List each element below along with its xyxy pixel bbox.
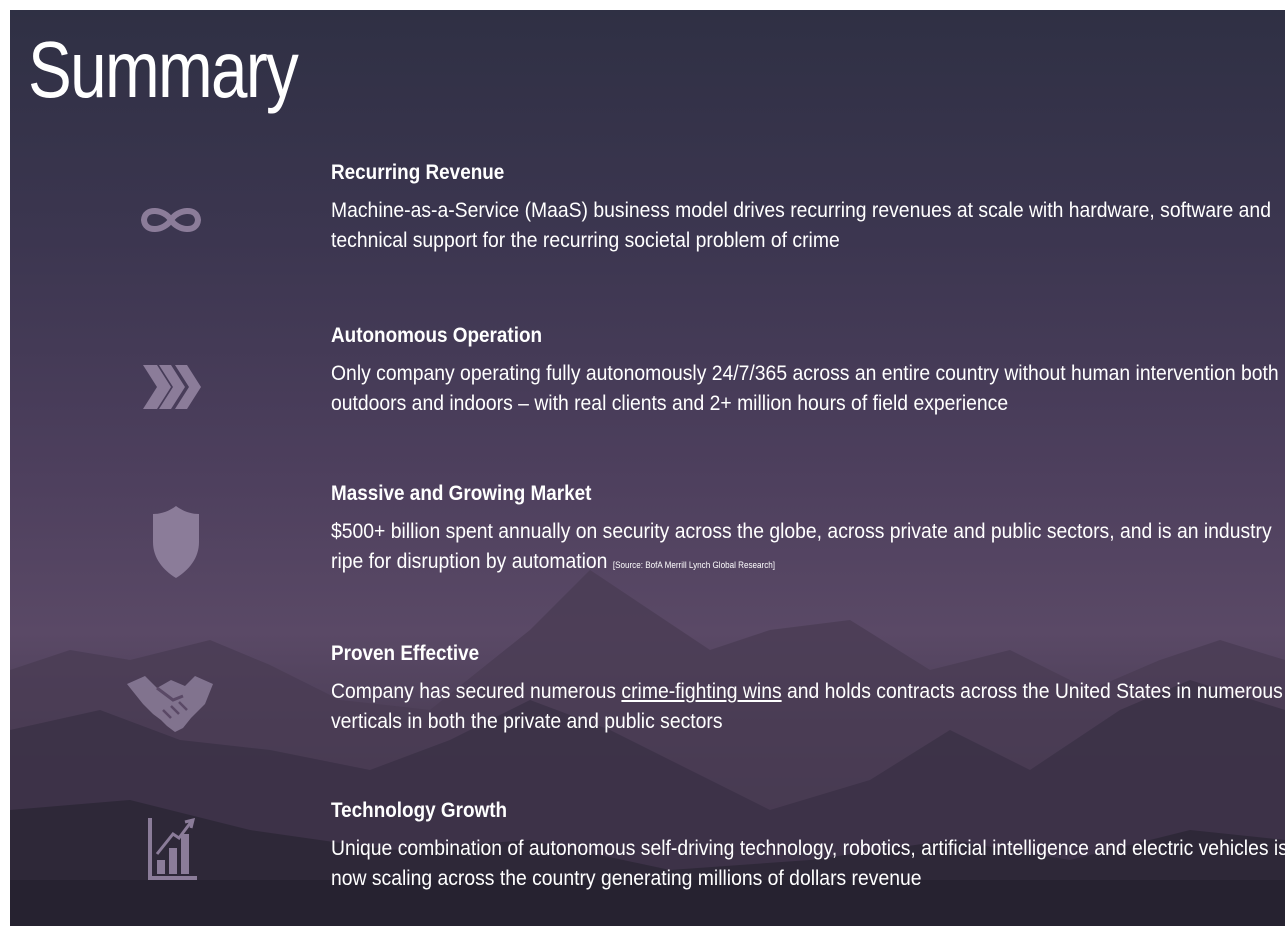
item-body-text-before: Company has secured numerous	[331, 679, 622, 703]
item-heading: Massive and Growing Market	[331, 482, 592, 505]
item-body-text: $500+ billion spent annually on security…	[331, 519, 1272, 573]
item-body: $500+ billion spent annually on security…	[331, 516, 1285, 580]
shield-icon	[153, 506, 199, 578]
item-body: Machine-as-a-Service (MaaS) business mod…	[331, 198, 1271, 252]
item-heading: Recurring Revenue	[331, 161, 505, 184]
slide-title: Summary	[28, 25, 299, 114]
item-heading: Autonomous Operation	[331, 324, 543, 347]
crime-fighting-wins-link[interactable]: crime-fighting wins	[621, 679, 781, 703]
summary-item-autonomous-operation: Autonomous Operation Only company operat…	[331, 324, 1285, 418]
summary-slide: Summary Recurring Revenue Machine-as-a-S…	[10, 10, 1285, 926]
item-body: Company has secured numerous crime-fight…	[331, 676, 1285, 736]
mountain-background	[10, 570, 1285, 926]
summary-item-proven-effective: Proven Effective Company has secured num…	[331, 642, 1285, 736]
summary-item-recurring-revenue: Recurring Revenue Machine-as-a-Service (…	[331, 161, 1285, 255]
item-body: Unique combination of autonomous self-dr…	[331, 836, 1285, 890]
handshake-icon	[127, 670, 213, 732]
infinity-icon	[137, 205, 205, 235]
summary-item-massive-market: Massive and Growing Market $500+ billion…	[331, 482, 1285, 580]
item-heading: Proven Effective	[331, 642, 480, 665]
item-body: Only company operating fully autonomousl…	[331, 361, 1279, 415]
summary-item-technology-growth: Technology Growth Unique combination of …	[331, 799, 1285, 893]
item-heading: Technology Growth	[331, 799, 508, 822]
triple-chevron-right-icon	[141, 365, 205, 409]
growth-chart-icon	[147, 818, 197, 882]
source-citation: [Source: BofA Merrill Lynch Global Resea…	[612, 560, 776, 570]
